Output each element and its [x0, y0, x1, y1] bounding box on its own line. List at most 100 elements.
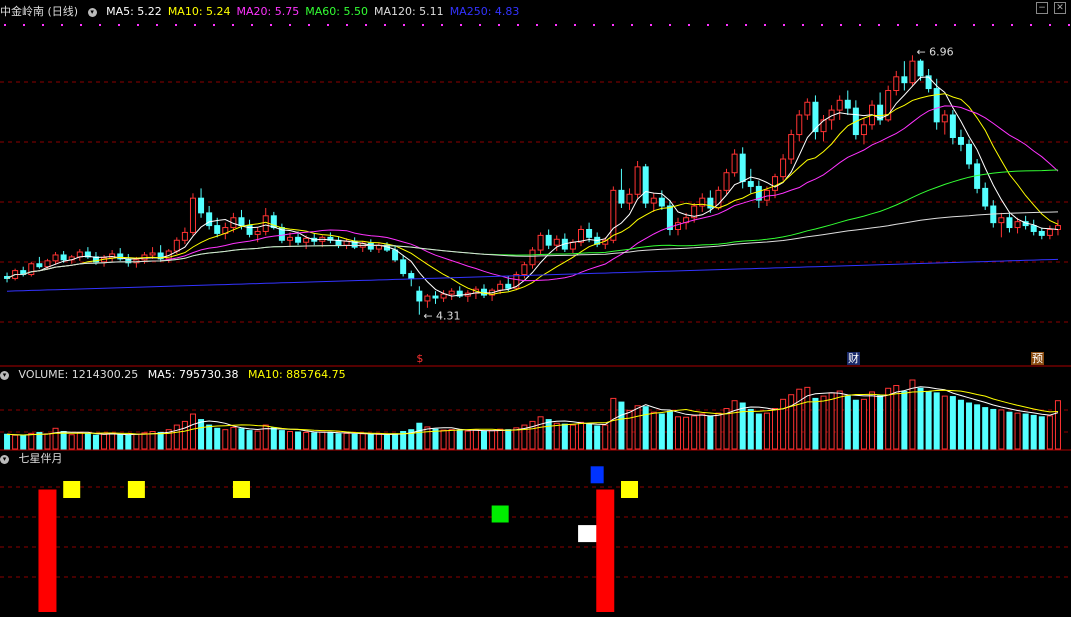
top-dot	[270, 24, 272, 26]
volume-bar	[1046, 415, 1053, 450]
top-dot	[232, 24, 234, 26]
volume-bar	[392, 433, 399, 450]
top-dot	[498, 24, 500, 26]
candle-body	[642, 166, 649, 204]
volume-bar	[852, 399, 859, 450]
top-dot	[992, 24, 994, 26]
top-dot	[593, 24, 595, 26]
volume-bar	[917, 387, 924, 450]
volume-bar	[141, 432, 148, 450]
candle-body	[189, 197, 196, 233]
candle-body	[553, 238, 560, 246]
volume-bar	[311, 432, 318, 450]
top-dot	[1011, 24, 1013, 26]
candle-body	[780, 158, 787, 178]
signal-bar	[38, 489, 57, 612]
top-dot	[916, 24, 918, 26]
top-dot	[289, 24, 291, 26]
volume-bar	[545, 419, 552, 450]
top-dot	[327, 24, 329, 26]
top-dot	[745, 24, 747, 26]
volume-bar	[295, 431, 302, 450]
volume-bar	[844, 395, 851, 450]
volume-bar	[440, 429, 447, 450]
volume-bar	[254, 430, 261, 450]
volume-bar	[893, 385, 900, 450]
volume-bar	[278, 430, 285, 450]
candle-body	[448, 290, 455, 295]
candle-body	[303, 237, 310, 243]
candle-body	[739, 153, 746, 183]
candle-body	[1030, 225, 1037, 232]
candle-body	[941, 114, 948, 123]
candle-body	[917, 60, 924, 77]
volume-bar	[715, 412, 722, 450]
candle-body	[367, 242, 374, 250]
candle-body	[626, 193, 633, 204]
top-dot	[4, 24, 6, 26]
volume-bar	[634, 405, 641, 450]
candle-body	[440, 293, 447, 299]
volume-bar	[586, 423, 593, 450]
top-dot	[346, 24, 348, 26]
volume-bar	[351, 433, 358, 450]
top-dot	[479, 24, 481, 26]
candle-body	[909, 60, 916, 84]
top-dot	[156, 24, 158, 26]
candle-body	[181, 231, 188, 241]
volume-bar	[416, 422, 423, 450]
top-dot	[213, 24, 215, 26]
volume-bar	[206, 424, 213, 450]
volume-bar	[860, 398, 867, 450]
volume-bar	[424, 426, 431, 450]
volume-bar	[367, 434, 374, 450]
volume-bar	[569, 424, 576, 450]
candle-body	[586, 229, 593, 238]
candle-body	[392, 249, 399, 261]
candle-body	[982, 187, 989, 207]
candle-body	[998, 217, 1005, 224]
candle-body	[796, 114, 803, 136]
top-dot	[61, 24, 63, 26]
top-dot	[118, 24, 120, 26]
volume-bar	[723, 408, 730, 450]
volume-bar	[1030, 414, 1037, 450]
volume-bar	[1054, 400, 1061, 450]
volume-bar	[125, 434, 132, 450]
candle-body	[529, 249, 536, 266]
volume-bar	[198, 419, 205, 450]
candle-body	[262, 215, 269, 232]
top-dot	[935, 24, 937, 26]
candle-body	[537, 234, 544, 251]
top-dot	[574, 24, 576, 26]
volume-bar	[658, 413, 665, 450]
candle-body	[901, 76, 908, 84]
volume-bar	[885, 387, 892, 450]
volume-bar	[432, 428, 439, 450]
volume-bar	[472, 429, 479, 450]
top-dot	[517, 24, 519, 26]
volume-bar	[222, 429, 229, 450]
top-dot	[840, 24, 842, 26]
volume-bar	[602, 424, 609, 450]
top-dot	[194, 24, 196, 26]
candle-body	[747, 181, 754, 187]
volume-bar	[238, 428, 245, 450]
volume-bar	[157, 431, 164, 450]
volume-bar	[650, 411, 657, 450]
top-dot	[954, 24, 956, 26]
volume-bar	[836, 390, 843, 450]
candle-body	[173, 239, 180, 252]
signal-bar	[596, 489, 615, 612]
volume-bar	[335, 433, 342, 450]
top-dot	[1030, 24, 1032, 26]
candle-body	[1046, 229, 1053, 236]
volume-bar	[92, 434, 99, 450]
candle-body	[949, 114, 956, 138]
volume-bar	[36, 431, 43, 450]
volume-bar	[1014, 412, 1021, 450]
volume-ma10-line	[6, 389, 1059, 436]
volume-bar	[173, 424, 180, 450]
top-dot	[23, 24, 25, 26]
top-dot	[631, 24, 633, 26]
